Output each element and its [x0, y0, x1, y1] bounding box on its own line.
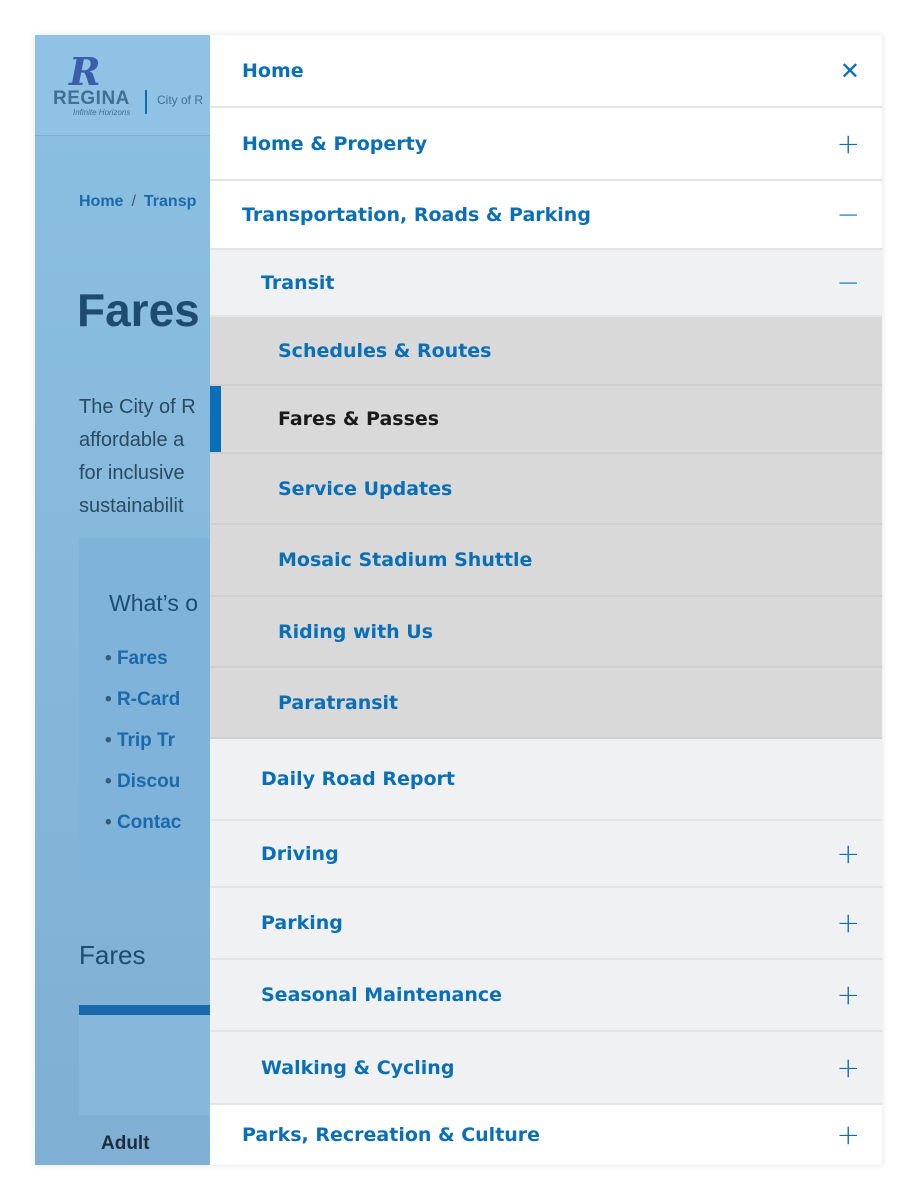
- plus-icon[interactable]: +: [837, 909, 860, 937]
- menu-item-label: Transportation, Roads & Parking: [242, 203, 591, 226]
- breadcrumb-separator: /: [131, 193, 136, 210]
- breadcrumb-transportation[interactable]: Transp: [144, 193, 196, 210]
- logo-tagline: Infinite Horizons: [73, 108, 131, 117]
- menu-item-label: Home & Property: [242, 132, 428, 155]
- menu-item-label: Schedules & Routes: [278, 339, 492, 362]
- menu-item-parks-recreation-culture[interactable]: Parks, Recreation & Culture +: [210, 1105, 882, 1165]
- menu-item-home-property[interactable]: Home & Property +: [210, 108, 882, 181]
- menu-item-riding-with-us[interactable]: Riding with Us: [210, 597, 882, 668]
- menu-item-walking-cycling[interactable]: Walking & Cycling +: [210, 1032, 882, 1105]
- menu-item-seasonal-maintenance[interactable]: Seasonal Maintenance +: [210, 960, 882, 1032]
- logo-divider: [145, 90, 147, 114]
- menu-item-label: Mosaic Stadium Shuttle: [278, 549, 533, 571]
- table-header: [79, 1015, 210, 1115]
- toc-link[interactable]: R-Card: [105, 689, 205, 730]
- menu-item-transportation-roads-parking[interactable]: Transportation, Roads & Parking −: [210, 181, 882, 250]
- menu-item-mosaic-stadium-shuttle[interactable]: Mosaic Stadium Shuttle: [210, 525, 882, 597]
- menu-item-label: Seasonal Maintenance: [261, 984, 502, 1006]
- plus-icon[interactable]: +: [837, 129, 860, 158]
- plus-icon[interactable]: +: [837, 1053, 860, 1082]
- plus-icon[interactable]: +: [837, 1121, 860, 1149]
- menu-item-home[interactable]: Home ✕: [210, 35, 882, 108]
- breadcrumb-home[interactable]: Home: [79, 193, 123, 210]
- minus-icon[interactable]: −: [837, 200, 860, 229]
- menu-item-paratransit[interactable]: Paratransit: [210, 668, 882, 739]
- toc-link[interactable]: Discou: [105, 771, 205, 812]
- toc-title: What’s o: [109, 590, 199, 616]
- menu-item-service-updates[interactable]: Service Updates: [210, 454, 882, 525]
- menu-item-fares-passes[interactable]: Fares & Passes: [210, 386, 882, 454]
- menu-item-label: Walking & Cycling: [261, 1056, 455, 1079]
- menu-item-label: Service Updates: [278, 477, 453, 500]
- minus-icon[interactable]: −: [837, 268, 860, 297]
- menu-item-driving[interactable]: Driving +: [210, 821, 882, 888]
- menu-item-label: Daily Road Report: [261, 768, 455, 790]
- menu-item-transit[interactable]: Transit −: [210, 250, 882, 317]
- site-header: R REGINA Infinite Horizons City of R: [35, 35, 210, 136]
- menu-item-label: Parking: [261, 912, 343, 934]
- table-row-label: Adult: [101, 1133, 150, 1154]
- section-title: Fares: [79, 940, 146, 970]
- toc-link[interactable]: Contac: [105, 812, 205, 853]
- menu-item-label: Riding with Us: [278, 620, 434, 643]
- menu-item-label: Driving: [261, 842, 339, 865]
- menu-item-schedules-routes[interactable]: Schedules & Routes: [210, 317, 882, 386]
- menu-item-label: Home: [242, 59, 304, 82]
- menu-item-label: Parks, Recreation & Culture: [242, 1124, 541, 1146]
- menu-item-label: Fares & Passes: [278, 408, 440, 430]
- close-icon[interactable]: ✕: [840, 59, 860, 83]
- table-of-contents: What’s o Fares R-Card Trip Tr Discou Con…: [79, 538, 210, 880]
- navigation-menu: Home ✕ Home & Property + Transportation, Roa…: [210, 35, 882, 1165]
- page-title: Fares: [77, 284, 200, 336]
- regina-logo-icon[interactable]: R: [69, 49, 109, 94]
- city-label: City of R: [157, 93, 204, 107]
- browser-viewport: R REGINA Infinite Horizons City of R Hom…: [35, 35, 882, 1165]
- menu-item-label: Transit: [261, 271, 335, 294]
- menu-item-daily-road-report[interactable]: Daily Road Report: [210, 739, 882, 821]
- table-top-bar: [79, 1005, 210, 1015]
- intro-text: The City of R affordable a for inclusive…: [79, 396, 196, 517]
- logo-name: REGINA: [53, 88, 130, 109]
- toc-link[interactable]: Trip Tr: [105, 730, 205, 771]
- plus-icon[interactable]: +: [837, 839, 860, 868]
- breadcrumb: Home / Transp: [79, 193, 196, 211]
- toc-link[interactable]: Fares: [105, 648, 205, 689]
- plus-icon[interactable]: +: [837, 981, 860, 1009]
- menu-item-label: Paratransit: [278, 691, 399, 714]
- menu-item-parking[interactable]: Parking +: [210, 888, 882, 960]
